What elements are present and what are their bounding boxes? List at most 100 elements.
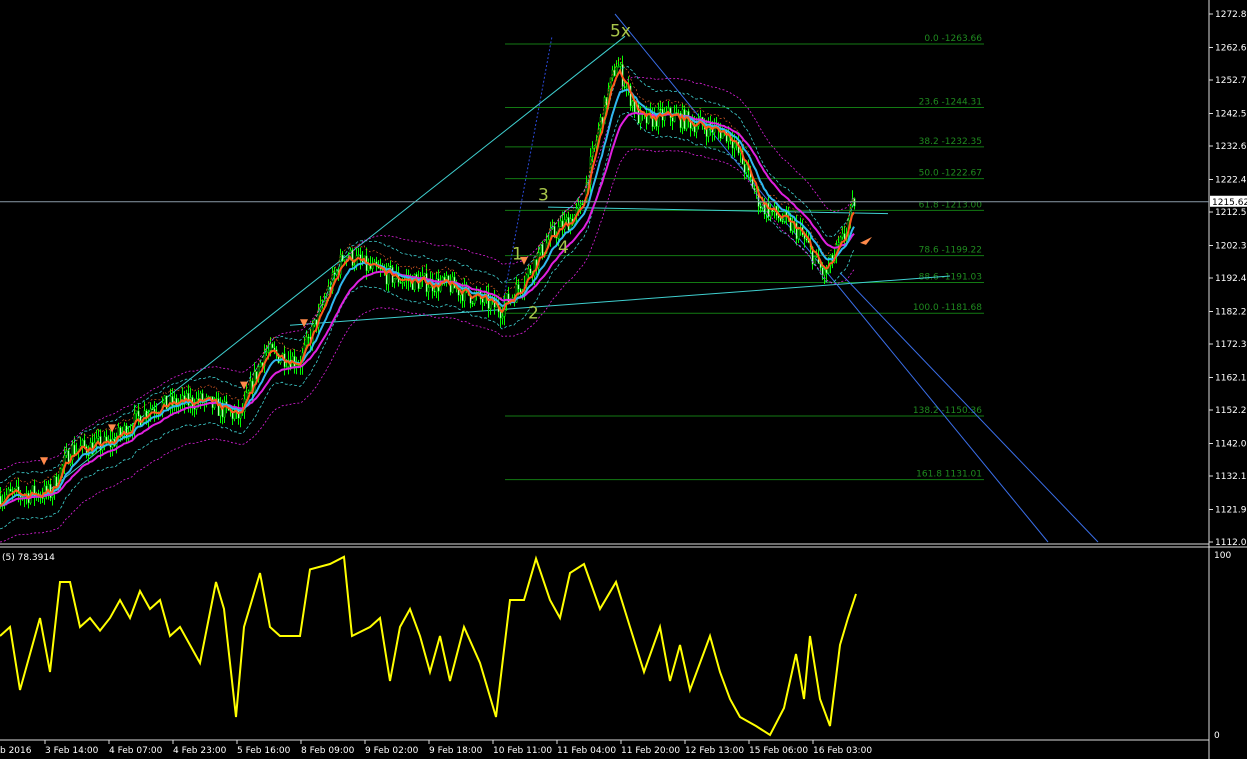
time-tick-label: b 2016 bbox=[0, 746, 32, 756]
candle-body bbox=[781, 220, 784, 223]
signal-arrow-icon bbox=[40, 457, 48, 466]
candle-body bbox=[837, 242, 840, 245]
candle-body bbox=[659, 108, 662, 111]
candle-body bbox=[599, 116, 602, 129]
candle-body bbox=[399, 282, 402, 284]
candle-body bbox=[633, 100, 636, 113]
oscillator-line bbox=[0, 555, 857, 737]
candle-body bbox=[305, 336, 308, 346]
price-tick-label: 1152.20 bbox=[1215, 406, 1247, 416]
candle-body bbox=[841, 233, 844, 238]
fib-level-label: 38.2 -1232.35 bbox=[919, 137, 982, 147]
wave-label: 1 bbox=[512, 245, 523, 265]
price-tick-label: 1142.00 bbox=[1215, 439, 1247, 449]
candle-body bbox=[505, 293, 508, 304]
candle-body bbox=[247, 390, 250, 394]
candle-body bbox=[137, 410, 140, 417]
candle-body bbox=[119, 427, 122, 436]
candle-body bbox=[163, 395, 166, 404]
fib-level-label: 50.0 -1222.67 bbox=[919, 169, 982, 179]
price-tick-label: 1112.00 bbox=[1215, 538, 1247, 548]
time-tick-label: 12 Feb 13:00 bbox=[685, 746, 744, 756]
candle-body bbox=[721, 131, 724, 139]
candle-body bbox=[423, 273, 426, 277]
oscillator-label: (5) 78.3914 bbox=[2, 553, 55, 563]
time-tick-label: 8 Feb 09:00 bbox=[301, 746, 355, 756]
candle-body bbox=[489, 299, 492, 309]
time-tick-label: 11 Feb 04:00 bbox=[557, 746, 616, 756]
candle-body bbox=[481, 298, 484, 303]
candle-body bbox=[135, 410, 138, 414]
fib-level-label: 23.6 -1244.31 bbox=[919, 98, 982, 108]
candle-body bbox=[9, 489, 12, 492]
candle-body bbox=[695, 125, 698, 133]
candle-body bbox=[97, 436, 100, 439]
candle-body bbox=[393, 278, 396, 283]
candle-body bbox=[685, 111, 688, 130]
candle-body bbox=[245, 392, 248, 400]
candle-body bbox=[631, 100, 634, 107]
candle-body bbox=[731, 140, 734, 149]
candle-body bbox=[195, 398, 198, 410]
candle-body bbox=[499, 311, 502, 319]
candle-body bbox=[357, 254, 360, 256]
time-tick-label: 16 Feb 03:00 bbox=[813, 746, 872, 756]
candle-body bbox=[671, 117, 674, 122]
candle-body bbox=[759, 206, 762, 209]
candle-body bbox=[15, 486, 18, 490]
candle-body bbox=[581, 203, 584, 206]
candle-body bbox=[169, 396, 172, 407]
candle-body bbox=[797, 229, 800, 240]
candle-body bbox=[705, 128, 708, 137]
candle-body bbox=[779, 217, 782, 222]
candle-body bbox=[351, 249, 354, 266]
candle-body bbox=[267, 350, 270, 353]
candle-body bbox=[73, 444, 76, 455]
time-tick-label: 11 Feb 20:00 bbox=[621, 746, 680, 756]
candle-body bbox=[853, 198, 856, 207]
candle-body bbox=[625, 86, 628, 89]
candle-body bbox=[823, 269, 826, 276]
candle-body bbox=[517, 284, 520, 290]
candle-body bbox=[61, 465, 64, 470]
price-tick-label: 1252.70 bbox=[1215, 76, 1247, 86]
oscillator-panel: (5) 78.3914 100 0 bbox=[0, 551, 1231, 741]
candle-body bbox=[285, 366, 288, 368]
candle-body bbox=[825, 269, 828, 274]
candle-body bbox=[623, 86, 626, 88]
envelope-lower bbox=[0, 111, 855, 530]
moving-averages bbox=[0, 57, 872, 543]
price-tick-label: 1262.60 bbox=[1215, 43, 1247, 53]
ma-medium bbox=[0, 88, 855, 507]
price-tick-label: 1232.60 bbox=[1215, 142, 1247, 152]
candle-body bbox=[249, 380, 252, 392]
candle-body bbox=[579, 203, 582, 206]
price-tick-label: 1172.30 bbox=[1215, 340, 1247, 350]
price-chart[interactable]: 0.0 -1263.66 23.6 -1244.31 38.2 -1232.35 50… bbox=[0, 0, 1247, 759]
fib-level-label: 100.0 -1181.68 bbox=[913, 303, 982, 313]
candle-body bbox=[791, 222, 794, 232]
price-tick-label: 1222.40 bbox=[1215, 175, 1247, 185]
candle-body bbox=[529, 268, 532, 274]
candle-body bbox=[81, 439, 84, 446]
candle-body bbox=[151, 408, 154, 411]
candle-body bbox=[307, 336, 310, 339]
price-tick-label: 1272.80 bbox=[1215, 10, 1247, 20]
time-tick-label: 3 Feb 14:00 bbox=[45, 746, 99, 756]
candle-body bbox=[253, 371, 256, 393]
candle-body bbox=[501, 315, 504, 319]
price-tick-label: 1182.20 bbox=[1215, 307, 1247, 317]
time-tick-label: 10 Feb 11:00 bbox=[493, 746, 552, 756]
wave-label: 2 bbox=[528, 304, 539, 324]
candle-body bbox=[541, 244, 544, 257]
signal-arrow-icon bbox=[300, 319, 308, 328]
candle-body bbox=[647, 110, 650, 124]
candle-body bbox=[619, 64, 622, 67]
candle-body bbox=[565, 217, 568, 220]
candle-body bbox=[343, 259, 346, 262]
price-tick-label: 1192.40 bbox=[1215, 274, 1247, 284]
wave-label: 3 bbox=[538, 186, 549, 206]
candle-body bbox=[389, 265, 392, 268]
price-tick-label: 1202.30 bbox=[1215, 241, 1247, 251]
time-tick-label: 4 Feb 07:00 bbox=[109, 746, 163, 756]
